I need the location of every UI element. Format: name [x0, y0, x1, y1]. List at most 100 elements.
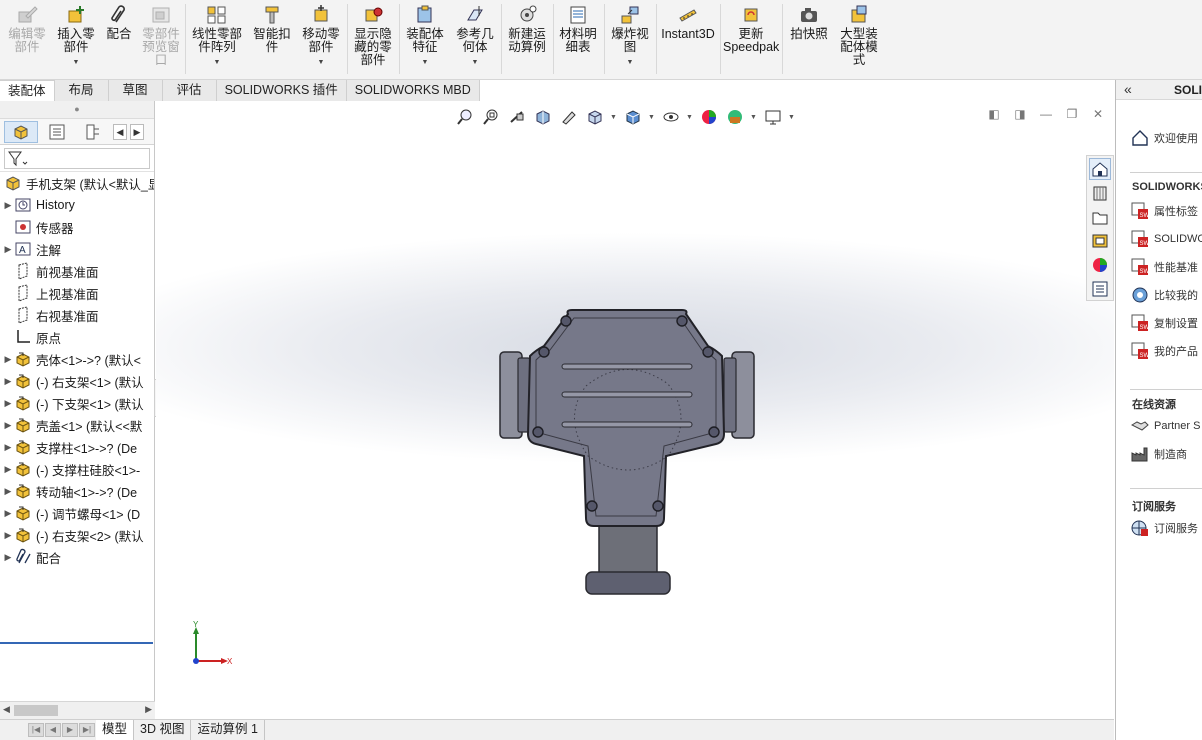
next-tab-icon[interactable]: ▶: [62, 723, 78, 737]
tree-horizontal-scrollbar[interactable]: ◀ ▶: [0, 701, 155, 719]
scrollbar-thumb[interactable]: [14, 705, 58, 716]
tab-solidworks-addins[interactable]: SOLIDWORKS 插件: [216, 80, 347, 101]
tab-assembly[interactable]: 装配体: [0, 80, 55, 101]
insert-component-button[interactable]: 插入零部件 ▼: [54, 4, 98, 76]
tree-node[interactable]: ▶ 支撑柱<1>->? (De: [0, 436, 154, 458]
tree-node[interactable]: ▶ 壳盖<1> (默认<<默: [0, 414, 154, 436]
bill-of-materials-button[interactable]: 材料明细表: [556, 4, 600, 76]
solidworks-resource-link[interactable]: SW SOLIDWO: [1130, 229, 1202, 249]
tab-solidworks-mbd[interactable]: SOLIDWORKS MBD: [346, 80, 480, 101]
tree-node[interactable]: 原点: [0, 326, 154, 348]
expand-arrow-icon[interactable]: ▶: [2, 376, 14, 387]
tree-node[interactable]: ▶ A 注解: [0, 238, 154, 260]
partner-solutions-link[interactable]: Partner S: [1130, 416, 1200, 436]
scroll-left-arrow-icon[interactable]: ◀: [3, 704, 10, 715]
zoom-to-fit-button[interactable]: [454, 106, 476, 128]
expand-arrow-icon[interactable]: ▶: [2, 442, 14, 453]
tab-property-manager[interactable]: [40, 121, 74, 143]
collapse-pane-icon[interactable]: «: [1124, 81, 1132, 97]
component-preview-button[interactable]: 零部件预览窗口: [139, 4, 183, 76]
welcome-link[interactable]: 欢迎使用: [1130, 128, 1198, 148]
previous-tab-icon[interactable]: ◀: [45, 723, 61, 737]
view-orientation-button[interactable]: [584, 106, 606, 128]
tab-configuration-manager[interactable]: [76, 121, 110, 143]
tree-node[interactable]: ▶ (-) 支撑柱硅胶<1>-: [0, 458, 154, 480]
expand-arrow-icon[interactable]: ▶: [2, 420, 14, 431]
expand-arrow-icon[interactable]: ▶: [2, 552, 14, 563]
tab-3d-views[interactable]: 3D 视图: [134, 720, 192, 740]
dropdown-arrow-icon[interactable]: ▼: [686, 114, 694, 121]
mate-button[interactable]: 配合: [103, 4, 135, 76]
tree-node[interactable]: 右视基准面: [0, 304, 154, 326]
tree-node[interactable]: ▶ (-) 右支架<2> (默认: [0, 524, 154, 546]
tab-evaluate[interactable]: 评估: [162, 80, 217, 101]
manufacturers-link[interactable]: 制造商: [1130, 444, 1187, 464]
dynamic-annotation-view-button[interactable]: [558, 106, 580, 128]
expand-arrow-icon[interactable]: ▶: [2, 530, 14, 541]
tree-node[interactable]: 上视基准面: [0, 282, 154, 304]
solidworks-resource-link[interactable]: SW 性能基准: [1130, 257, 1198, 277]
take-snapshot-button[interactable]: 拍快照: [786, 4, 832, 76]
dropdown-arrow-icon[interactable]: ▼: [214, 56, 221, 69]
last-tab-icon[interactable]: ▶|: [79, 723, 95, 737]
scroll-right-arrow-icon[interactable]: ▶: [145, 704, 152, 715]
tab-custom-properties[interactable]: [1089, 278, 1111, 300]
update-speedpak-button[interactable]: 更新Speedpak: [723, 4, 779, 76]
tab-scroll-left[interactable]: ◀: [113, 123, 127, 140]
dropdown-arrow-icon[interactable]: ▼: [422, 56, 429, 69]
dropdown-arrow-icon[interactable]: ▼: [472, 56, 479, 69]
first-tab-icon[interactable]: |◀: [28, 723, 44, 737]
expand-arrow-icon[interactable]: ▶: [2, 354, 14, 365]
tab-design-library[interactable]: [1089, 182, 1111, 204]
smart-fastener-button[interactable]: 智能扣件: [250, 4, 294, 76]
tab-layout[interactable]: 布局: [54, 80, 109, 101]
display-style-button[interactable]: [622, 106, 644, 128]
expand-arrow-icon[interactable]: ▶: [2, 200, 14, 211]
previous-view-button[interactable]: [506, 106, 528, 128]
instant3d-button[interactable]: Instant3D: [659, 4, 717, 76]
tab-sketch[interactable]: 草图: [108, 80, 163, 101]
new-motion-study-button[interactable]: 新建运动算例: [504, 4, 550, 76]
exploded-view-button[interactable]: 爆炸视图 ▼: [607, 4, 653, 76]
solidworks-resource-link[interactable]: 比较我的: [1130, 285, 1198, 305]
tree-filter-input[interactable]: [4, 148, 150, 169]
assembly-feature-button[interactable]: 装配体特征 ▼: [402, 4, 448, 76]
graphics-viewport[interactable]: ▼ ▼ ▼ ▼ ▼ ◧ ◨ — ❐ ✕ Y X: [156, 101, 1114, 719]
minimize-icon[interactable]: —: [1038, 107, 1054, 121]
dropdown-arrow-icon[interactable]: ▼: [73, 56, 80, 69]
tree-node[interactable]: 前视基准面: [0, 260, 154, 282]
tree-rollback-bar[interactable]: [0, 642, 153, 644]
tab-scroll-right[interactable]: ▶: [130, 123, 144, 140]
tree-node[interactable]: ▶ (-) 右支架<1> (默认: [0, 370, 154, 392]
tile-right-icon[interactable]: ◨: [1012, 107, 1028, 121]
tile-left-icon[interactable]: ◧: [986, 107, 1002, 121]
move-component-button[interactable]: 移动零部件 ▼: [298, 4, 344, 76]
tab-view-palette[interactable]: [1089, 230, 1111, 252]
solidworks-resource-link[interactable]: SW 我的产品: [1130, 341, 1198, 361]
tab-solidworks-resources[interactable]: [1089, 158, 1111, 180]
edit-component-button[interactable]: 编辑零部件: [6, 4, 48, 76]
tree-node[interactable]: ▶ History: [0, 194, 154, 216]
view-settings-button[interactable]: [762, 106, 784, 128]
restore-icon[interactable]: ❐: [1064, 107, 1080, 121]
tab-feature-manager[interactable]: [4, 120, 38, 143]
tree-node[interactable]: ▶ (-) 调节螺母<1> (D: [0, 502, 154, 524]
large-assembly-mode-button[interactable]: 大型装配体模式: [836, 4, 882, 76]
tree-root-assembly[interactable]: 手机支架 (默认<默认_显: [0, 172, 154, 194]
solidworks-resource-link[interactable]: SW 属性标签: [1130, 201, 1198, 221]
dropdown-arrow-icon[interactable]: ▼: [788, 114, 796, 121]
hide-show-items-button[interactable]: [660, 106, 682, 128]
dropdown-arrow-icon[interactable]: ▼: [750, 114, 758, 121]
dropdown-arrow-icon[interactable]: ▼: [610, 114, 618, 121]
tab-file-explorer[interactable]: [1089, 206, 1111, 228]
tree-node[interactable]: ▶ (-) 下支架<1> (默认: [0, 392, 154, 414]
edit-appearance-button[interactable]: [698, 106, 720, 128]
apply-scene-button[interactable]: [724, 106, 746, 128]
phone-holder-model[interactable]: [496, 306, 758, 598]
linear-pattern-button[interactable]: 线性零部件阵列 ▼: [188, 4, 246, 76]
dropdown-arrow-icon[interactable]: ▼: [318, 56, 325, 69]
zoom-to-area-button[interactable]: [480, 106, 502, 128]
close-icon[interactable]: ✕: [1090, 107, 1106, 121]
show-hidden-components-button[interactable]: 显示隐藏的零部件: [350, 4, 396, 76]
panel-grip[interactable]: ●: [0, 101, 154, 119]
